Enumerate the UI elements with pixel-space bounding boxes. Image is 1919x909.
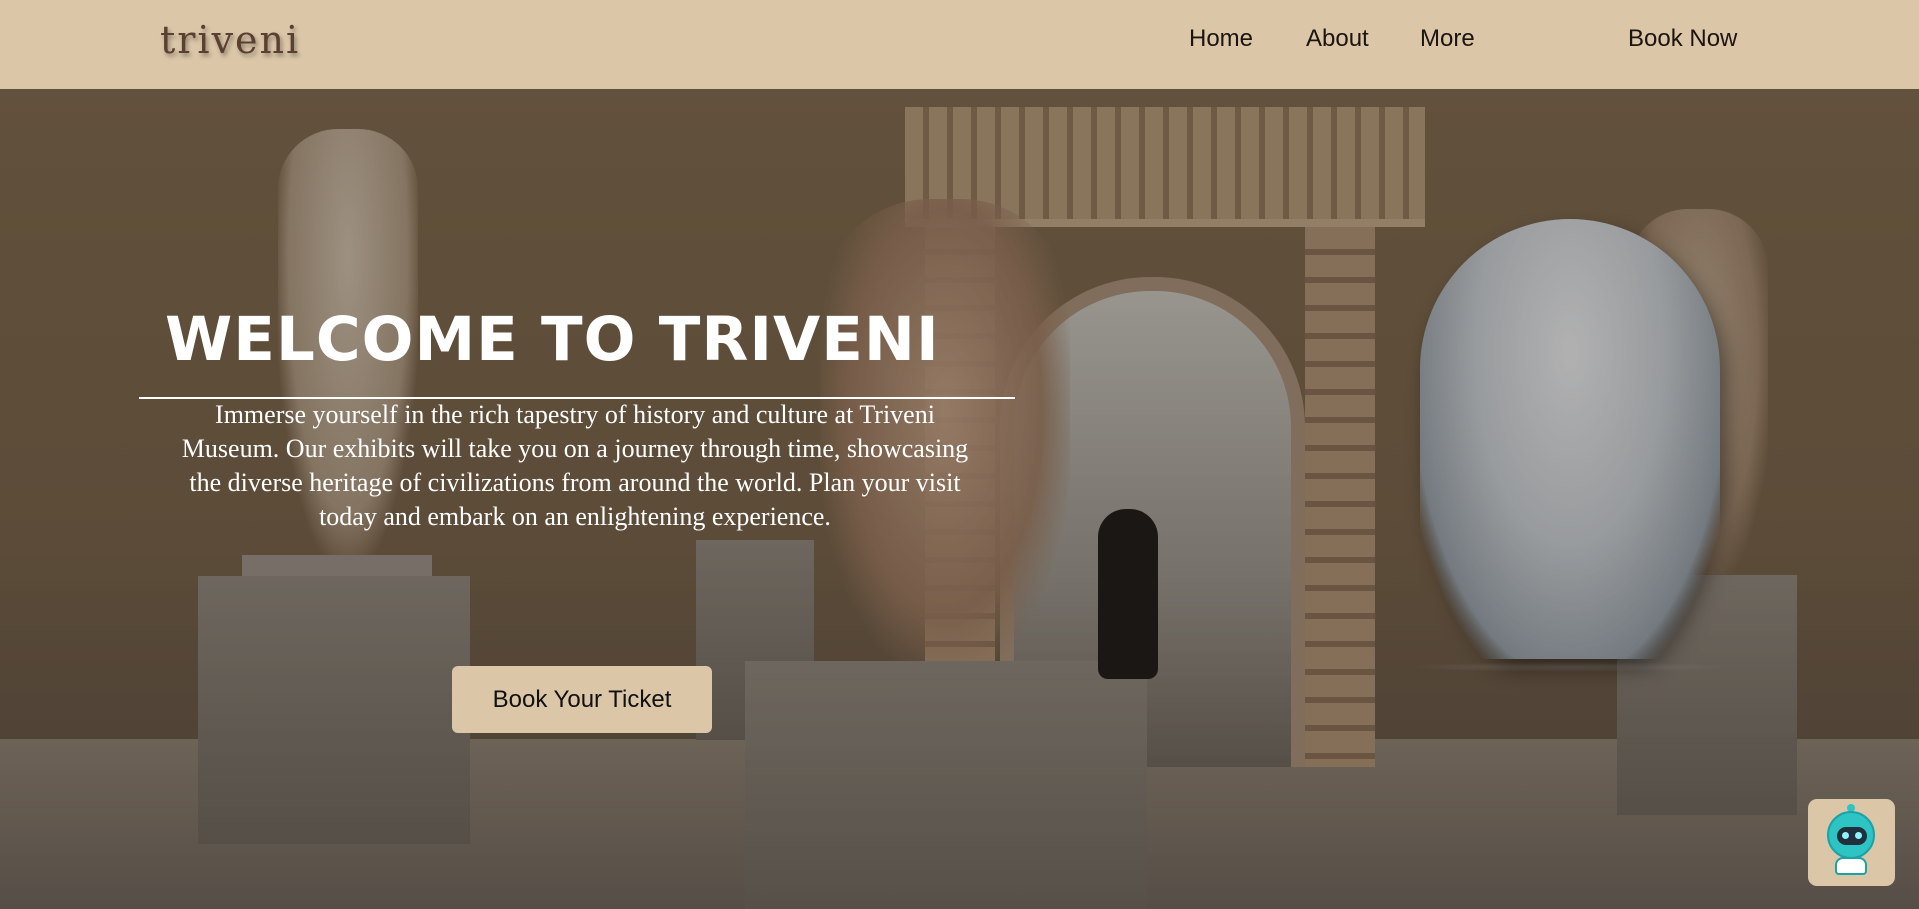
- nav-link-about[interactable]: About: [1306, 25, 1369, 53]
- hero-section: WELCOME TO TRIVENI Immerse yourself in t…: [0, 89, 1919, 909]
- robot-icon: [1827, 811, 1875, 859]
- hero-description: Immerse yourself in the rich tapestry of…: [181, 400, 969, 531]
- book-ticket-button[interactable]: Book Your Ticket: [452, 666, 712, 733]
- hero-content: WELCOME TO TRIVENI Immerse yourself in t…: [0, 89, 1919, 909]
- site-logo[interactable]: triveni: [160, 18, 300, 62]
- nav-link-more[interactable]: More: [1420, 25, 1475, 53]
- navbar: triveni Home About More Book Now: [0, 0, 1919, 89]
- nav-link-home[interactable]: Home: [1189, 25, 1253, 53]
- book-now-link[interactable]: Book Now: [1628, 25, 1737, 53]
- hero-title: WELCOME TO TRIVENI: [165, 304, 940, 375]
- chatbot-button[interactable]: [1808, 799, 1895, 886]
